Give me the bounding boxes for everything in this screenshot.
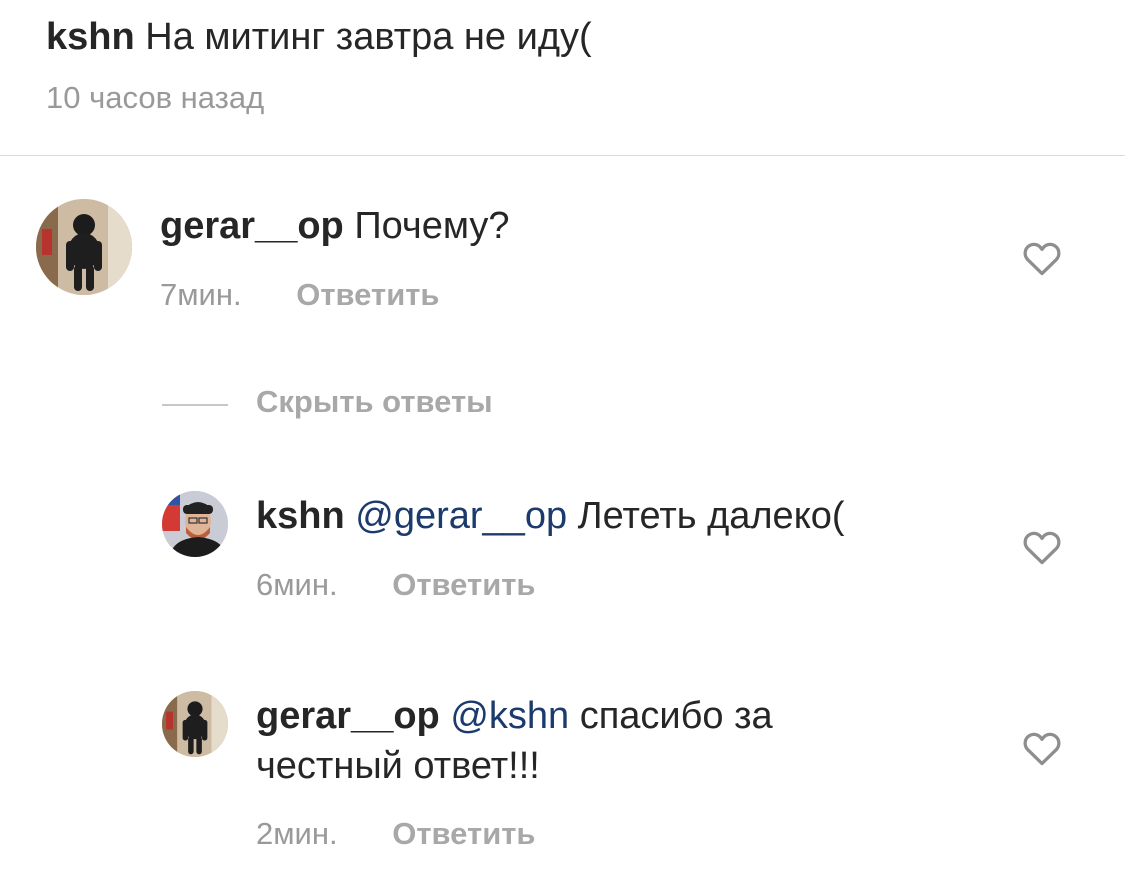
reply-text: gerar__op @kshn спасибо за честный ответ… bbox=[256, 691, 856, 791]
comment-body: Почему? bbox=[354, 205, 510, 247]
like-button[interactable] bbox=[1022, 529, 1062, 565]
reply-meta: 2мин. Ответить bbox=[256, 816, 536, 852]
like-button[interactable] bbox=[1022, 240, 1062, 276]
hide-replies-line bbox=[162, 404, 228, 406]
caption-username[interactable]: kshn bbox=[46, 16, 135, 58]
reply-button[interactable]: Ответить bbox=[392, 816, 535, 852]
heart-outline-icon bbox=[1023, 242, 1061, 276]
heart-outline-icon bbox=[1023, 732, 1061, 766]
caption-text: На митинг завтра не иду( bbox=[145, 16, 592, 58]
reply-meta: 6мин. Ответить bbox=[256, 567, 536, 603]
reply-text: kshn @gerar__op Лететь далеко( bbox=[256, 491, 956, 541]
reply-username[interactable]: kshn bbox=[256, 495, 345, 537]
like-button[interactable] bbox=[1022, 730, 1062, 766]
comment-text: gerar__op Почему? bbox=[160, 201, 960, 251]
reply-button[interactable]: Ответить bbox=[392, 567, 535, 603]
comment-time: 7мин. bbox=[160, 277, 242, 312]
reply-mention[interactable]: @gerar__op bbox=[355, 495, 567, 537]
avatar-gerar-op[interactable] bbox=[162, 691, 228, 757]
reply-button[interactable]: Ответить bbox=[296, 277, 439, 313]
hide-replies-button[interactable]: Скрыть ответы bbox=[256, 384, 493, 420]
sculpture-avatar bbox=[36, 199, 132, 295]
comment-meta: 7мин. Ответить bbox=[160, 277, 440, 313]
person-avatar bbox=[162, 491, 228, 557]
caption-timestamp: 10 часов назад bbox=[46, 80, 265, 115]
reply-time: 2мин. bbox=[256, 816, 338, 851]
avatar-gerar-op[interactable] bbox=[36, 199, 132, 295]
reply-mention[interactable]: @kshn bbox=[450, 695, 569, 737]
avatar-kshn[interactable] bbox=[162, 491, 228, 557]
divider bbox=[0, 155, 1125, 156]
post-caption: kshn На митинг завтра не иду( bbox=[46, 14, 592, 60]
reply-time: 6мин. bbox=[256, 567, 338, 602]
reply-body: Лететь далеко( bbox=[577, 495, 845, 537]
sculpture-avatar bbox=[162, 691, 228, 757]
comment-username[interactable]: gerar__op bbox=[160, 205, 344, 247]
reply-username[interactable]: gerar__op bbox=[256, 695, 440, 737]
heart-outline-icon bbox=[1023, 531, 1061, 565]
